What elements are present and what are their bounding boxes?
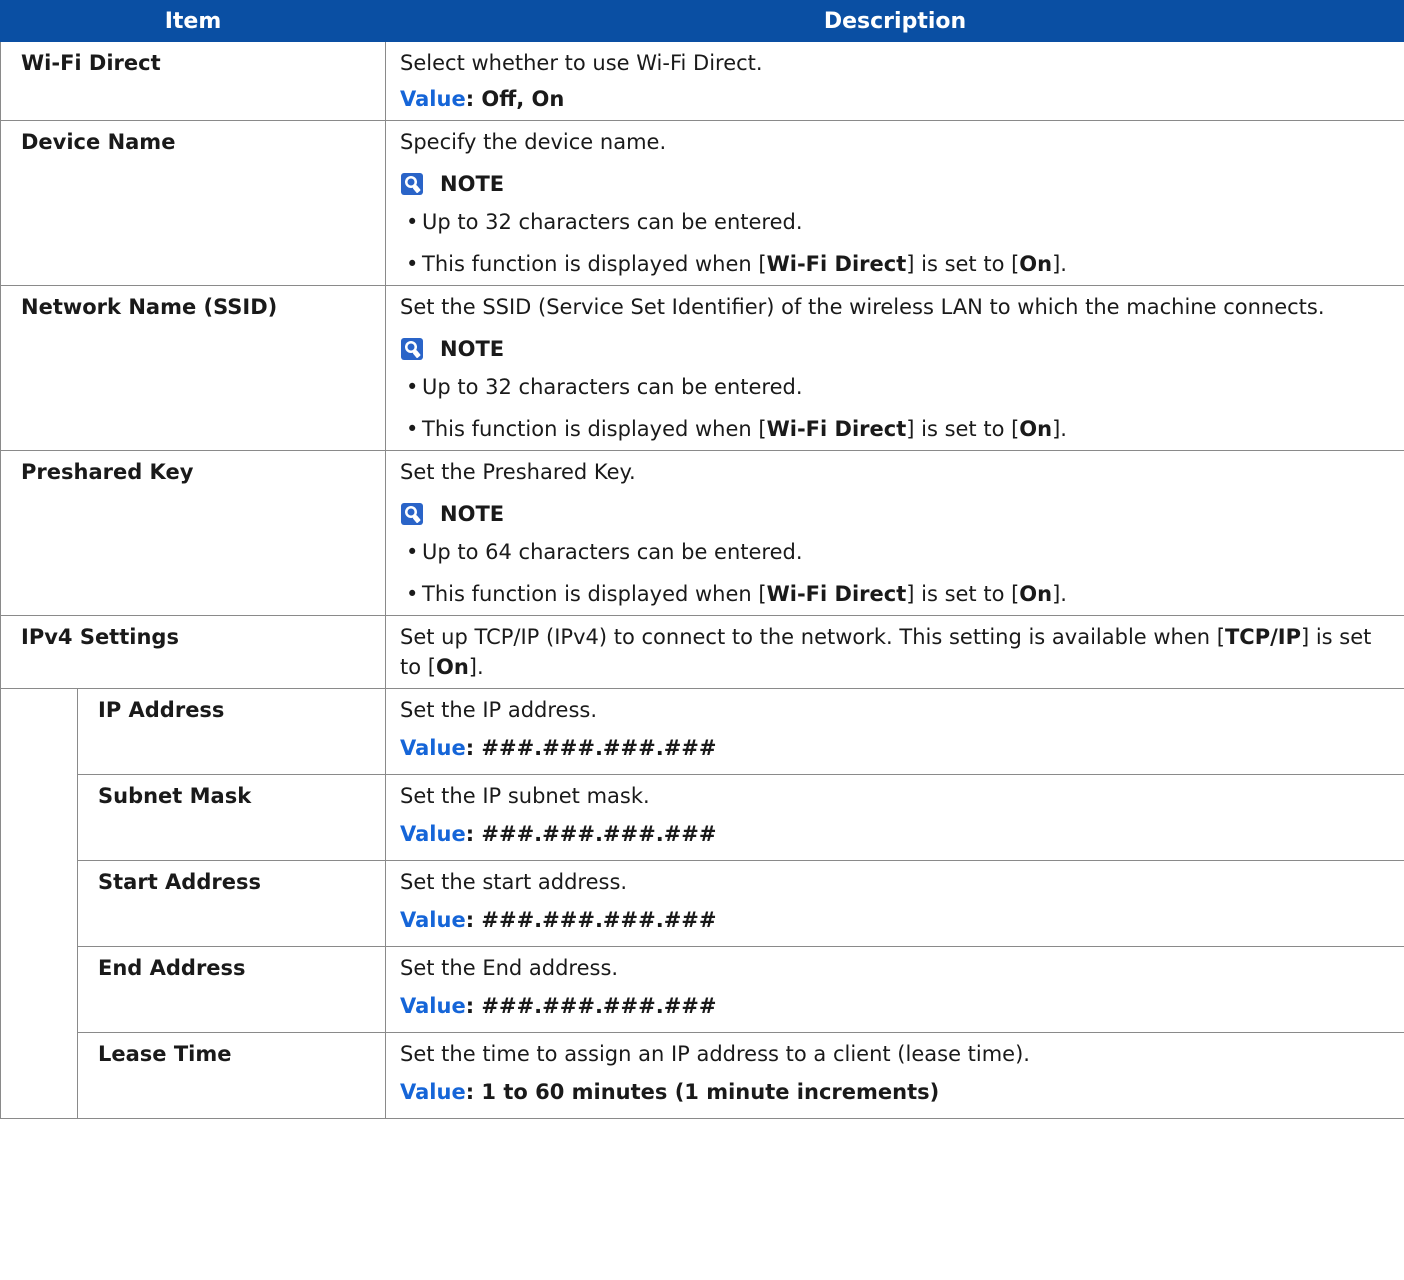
value-text: : ###.###.###.### [465, 994, 717, 1018]
note-text: Up to 32 characters can be entered. [422, 210, 803, 234]
note-text: Up to 64 characters can be entered. [422, 540, 803, 564]
note-bullet: • Up to 32 characters can be entered. [400, 207, 1390, 237]
value-label: Value [400, 822, 466, 846]
document-page: Item Description Wi-Fi Direct Select whe… [0, 0, 1404, 1119]
indent-cell [0, 860, 78, 947]
note-icon [401, 503, 424, 525]
value-line: Value: ###.###.###.### [400, 819, 1390, 849]
row-item-label: Wi-Fi Direct [0, 41, 387, 121]
note-bullet: • This function is displayed when [Wi-Fi … [400, 579, 1390, 609]
description-text: Set the Preshared Key. [400, 460, 636, 484]
header-item: Item [0, 0, 387, 42]
value-line: Value: Off, On [400, 84, 1390, 114]
table-row: Device Name Specify the device name. NOT… [0, 120, 1404, 286]
table-subrow: Start Address Set the start address. Val… [0, 860, 1404, 947]
subrow-item-label: Start Address [76, 860, 387, 947]
description-text: Set the IP subnet mask. [400, 784, 650, 808]
row-description: Set the SSID (Service Set Identifier) of… [385, 285, 1404, 451]
value-label: Value [400, 1080, 466, 1104]
note-title: NOTE [440, 502, 505, 526]
note-title: NOTE [440, 172, 505, 196]
row-item-label: Preshared Key [0, 450, 387, 616]
row-item-label: IPv4 Settings [0, 615, 387, 689]
row-description: Set up TCP/IP (IPv4) to connect to the n… [385, 615, 1404, 689]
subrow-description: Set the End address. Value: ###.###.###.… [385, 946, 1404, 1033]
subrow-item-label: IP Address [76, 688, 387, 775]
table-subrow: Lease Time Set the time to assign an IP … [0, 1032, 1404, 1119]
indent-cell [0, 774, 78, 861]
value-label: Value [400, 908, 466, 932]
row-description: Specify the device name. NOTE • Up to 32 … [385, 120, 1404, 286]
value-text: : Off, On [465, 87, 565, 111]
value-text: : ###.###.###.### [465, 822, 717, 846]
subrow-description: Set the time to assign an IP address to … [385, 1032, 1404, 1119]
description-text: Set the IP address. [400, 698, 598, 722]
table-row: IPv4 Settings Set up TCP/IP (IPv4) to co… [0, 615, 1404, 689]
table-subrow: End Address Set the End address. Value: … [0, 946, 1404, 1033]
note-heading: NOTE [400, 169, 1390, 199]
note-bullet: • Up to 32 characters can be entered. [400, 372, 1390, 402]
subrow-description: Set the IP subnet mask. Value: ###.###.#… [385, 774, 1404, 861]
table-row: Preshared Key Set the Preshared Key. NOT… [0, 450, 1404, 616]
value-text: : ###.###.###.### [465, 736, 717, 760]
value-text: : ###.###.###.### [465, 908, 717, 932]
value-text: : 1 to 60 minutes (1 minute increments) [465, 1080, 940, 1104]
description-text: Set the SSID (Service Set Identifier) of… [400, 295, 1325, 319]
table-subrow: Subnet Mask Set the IP subnet mask. Valu… [0, 774, 1404, 861]
table-row: Wi-Fi Direct Select whether to use Wi-Fi… [0, 41, 1404, 121]
note-text: Up to 32 characters can be entered. [422, 375, 803, 399]
description-text: Set the start address. [400, 870, 628, 894]
value-line: Value: ###.###.###.### [400, 733, 1390, 763]
note-bullet: • Up to 64 characters can be entered. [400, 537, 1390, 567]
note-text: This function is displayed when [Wi-Fi D… [422, 252, 1067, 276]
note-title: NOTE [440, 337, 505, 361]
table-subrow: IP Address Set the IP address. Value: ##… [0, 688, 1404, 775]
subrow-description: Set the IP address. Value: ###.###.###.#… [385, 688, 1404, 775]
description-text: Select whether to use Wi-Fi Direct. [400, 51, 763, 75]
note-heading: NOTE [400, 334, 1390, 364]
description-text: Specify the device name. [400, 130, 667, 154]
subrow-item-label: End Address [76, 946, 387, 1033]
header-description: Description [385, 0, 1404, 42]
value-label: Value [400, 736, 466, 760]
value-label: Value [400, 994, 466, 1018]
row-description: Set the Preshared Key. NOTE • Up to 64 ch… [385, 450, 1404, 616]
description-text: Set the time to assign an IP address to … [400, 1042, 1030, 1066]
row-item-label: Device Name [0, 120, 387, 286]
note-text: This function is displayed when [Wi-Fi D… [422, 582, 1067, 606]
value-line: Value: 1 to 60 minutes (1 minute increme… [400, 1077, 1390, 1107]
value-label: Value [400, 87, 466, 111]
indent-cell [0, 688, 78, 775]
indent-cell [0, 946, 78, 1033]
subrow-description: Set the start address. Value: ###.###.##… [385, 860, 1404, 947]
subrow-item-label: Subnet Mask [76, 774, 387, 861]
note-icon [401, 338, 424, 360]
description-text: Set up TCP/IP (IPv4) to connect to the n… [400, 625, 1372, 679]
note-text: This function is displayed when [Wi-Fi D… [422, 417, 1067, 441]
settings-table: Item Description Wi-Fi Direct Select whe… [0, 0, 1404, 1119]
note-bullet: • This function is displayed when [Wi-Fi … [400, 249, 1390, 279]
table-row: Network Name (SSID) Set the SSID (Servic… [0, 285, 1404, 451]
row-description: Select whether to use Wi-Fi Direct. Valu… [385, 41, 1404, 121]
value-line: Value: ###.###.###.### [400, 905, 1390, 935]
note-bullet: • This function is displayed when [Wi-Fi … [400, 414, 1390, 444]
row-item-label: Network Name (SSID) [0, 285, 387, 451]
subrow-item-label: Lease Time [76, 1032, 387, 1119]
note-heading: NOTE [400, 499, 1390, 529]
indent-cell [0, 1032, 78, 1119]
note-icon [401, 173, 424, 195]
description-text: Set the End address. [400, 956, 619, 980]
value-line: Value: ###.###.###.### [400, 991, 1390, 1021]
table-header-row: Item Description [0, 0, 1404, 42]
